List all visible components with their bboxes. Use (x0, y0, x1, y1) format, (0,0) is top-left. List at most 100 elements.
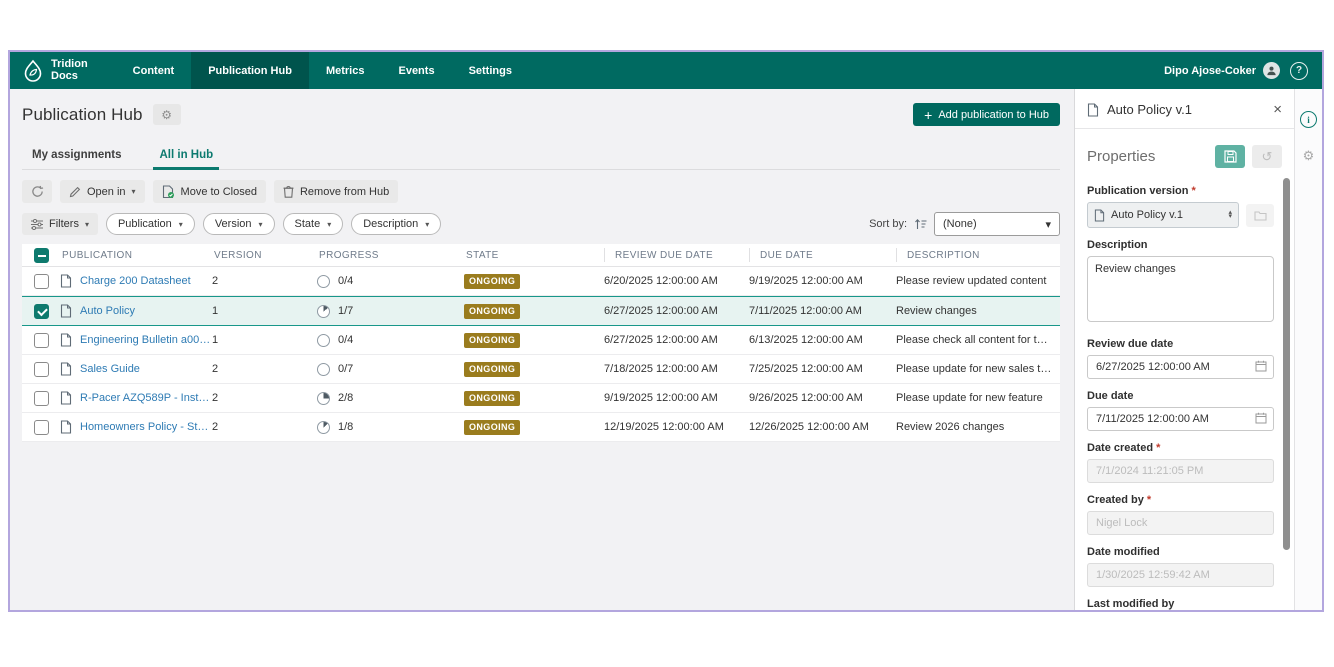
row-checkbox[interactable] (34, 333, 49, 348)
avatar-icon (1263, 62, 1280, 79)
version-cell: 2 (212, 392, 317, 404)
add-publication-button[interactable]: + Add publication to Hub (913, 103, 1060, 126)
nav-item-events[interactable]: Events (381, 52, 451, 89)
filter-pill-state[interactable]: State ▾ (283, 213, 344, 235)
row-checkbox[interactable] (34, 304, 49, 319)
version-cell: 2 (212, 275, 317, 287)
gear-icon: ⚙ (161, 109, 172, 121)
remove-from-hub-button[interactable]: Remove from Hub (274, 180, 398, 203)
review-due-cell: 6/20/2025 12:00:00 AM (604, 275, 749, 287)
publication-version-select[interactable]: Auto Policy v.1 ▴▾ (1087, 202, 1239, 228)
date-created-input (1087, 459, 1274, 483)
due-date-input[interactable] (1087, 407, 1274, 431)
nav-items: Content Publication Hub Metrics Events S… (116, 52, 529, 89)
chevron-down-icon: ▾ (259, 220, 263, 229)
due-cell: 7/25/2025 12:00:00 AM (749, 363, 896, 375)
review-due-date-label: Review due date (1087, 338, 1274, 350)
info-icon[interactable]: i (1300, 111, 1317, 128)
nav-item-settings[interactable]: Settings (452, 52, 529, 89)
description-label: Description (1087, 239, 1274, 251)
publication-icon (1087, 103, 1099, 117)
publication-link[interactable]: R-Pacer AZQ589P - Instruc... (80, 392, 212, 404)
description-textarea[interactable]: Review changes (1087, 256, 1274, 322)
table-row[interactable]: Homeowners Policy - Stand... 2 1/8 ONGOI… (22, 413, 1060, 442)
publication-link[interactable]: Homeowners Policy - Stand... (80, 421, 212, 433)
table-row[interactable]: R-Pacer AZQ589P - Instruc... 2 2/8 ONGOI… (22, 384, 1060, 413)
nav-item-metrics[interactable]: Metrics (309, 52, 382, 89)
table-row[interactable]: Charge 200 Datasheet 2 0/4 ONGOING 6/20/… (22, 267, 1060, 296)
filters-button[interactable]: Filters ▾ (22, 213, 98, 235)
due-cell: 9/26/2025 12:00:00 AM (749, 392, 896, 404)
save-button[interactable] (1215, 145, 1245, 168)
row-checkbox[interactable] (34, 362, 49, 377)
chevron-down-icon: ▾ (425, 220, 429, 229)
calendar-icon[interactable] (1255, 360, 1267, 372)
toolbar: Open in ▾ Move to Closed Remove from Hub (22, 180, 1060, 203)
review-due-cell: 7/18/2025 12:00:00 AM (604, 363, 749, 375)
filter-pill-version[interactable]: Version ▾ (203, 213, 275, 235)
refresh-button[interactable] (22, 180, 52, 203)
hub-settings-button[interactable]: ⚙ (153, 104, 181, 125)
properties-fields: Publication version Auto Policy v.1 ▴▾ (1075, 172, 1294, 610)
nav-item-content[interactable]: Content (116, 52, 192, 89)
move-to-closed-button[interactable]: Move to Closed (153, 180, 266, 203)
undo-button[interactable]: ↺ (1252, 145, 1282, 168)
tab-all-in-hub[interactable]: All in Hub (157, 145, 215, 169)
pencil-icon (69, 186, 81, 198)
due-date-label: Due date (1087, 390, 1274, 402)
state-badge: ONGOING (464, 274, 520, 289)
tab-my-assignments[interactable]: My assignments (30, 145, 123, 169)
nav-item-publication-hub[interactable]: Publication Hub (191, 52, 309, 89)
main-area: Publication Hub ⚙ + Add publication to H… (10, 89, 1322, 610)
publication-link[interactable]: Engineering Bulletin a0008... (80, 334, 212, 346)
row-checkbox[interactable] (34, 274, 49, 289)
chevron-down-icon: ▾ (179, 220, 183, 229)
description-cell: Please update for new sales tra... (896, 363, 1060, 375)
column-review-due-date: REVIEW DUE DATE (604, 248, 749, 262)
date-modified-input (1087, 563, 1274, 587)
user-menu[interactable]: Dipo Ajose-Coker (1164, 62, 1280, 79)
filter-pill-description[interactable]: Description ▾ (351, 213, 441, 235)
close-icon[interactable]: × (1273, 102, 1282, 117)
open-in-button[interactable]: Open in ▾ (60, 180, 145, 203)
review-due-date-input[interactable] (1087, 355, 1274, 379)
description-cell: Please review updated content (896, 275, 1060, 287)
created-by-label: Created by (1087, 494, 1274, 506)
gears-icon[interactable]: ⚙ (1303, 149, 1315, 162)
progress-pie-icon (317, 392, 330, 405)
browse-folder-button[interactable] (1246, 204, 1274, 227)
date-created-label: Date created (1087, 442, 1274, 454)
brand-logo[interactable]: Tridion Docs (10, 52, 102, 89)
filter-pill-publication[interactable]: Publication ▾ (106, 213, 195, 235)
row-checkbox[interactable] (34, 391, 49, 406)
table-row-selected[interactable]: Auto Policy 1 1/7 ONGOING 6/27/2025 12:0… (22, 296, 1060, 326)
calendar-icon[interactable] (1255, 412, 1267, 424)
publication-icon (1094, 209, 1105, 222)
select-all-checkbox[interactable] (34, 248, 49, 263)
document-check-icon (162, 185, 175, 199)
floppy-disk-icon (1224, 150, 1237, 163)
date-modified-label: Date modified (1087, 546, 1274, 558)
table-row[interactable]: Sales Guide 2 0/7 ONGOING 7/18/2025 12:0… (22, 355, 1060, 384)
row-checkbox[interactable] (34, 420, 49, 435)
sliders-icon (31, 219, 43, 230)
chevron-down-icon: ▾ (132, 187, 136, 196)
help-icon[interactable]: ? (1290, 62, 1308, 80)
sort-ascending-icon[interactable] (914, 218, 927, 230)
publication-link[interactable]: Sales Guide (80, 363, 140, 375)
due-cell: 7/11/2025 12:00:00 AM (749, 305, 896, 317)
page-title: Publication Hub (22, 105, 143, 125)
folder-icon (1254, 210, 1267, 221)
publication-link[interactable]: Charge 200 Datasheet (80, 275, 191, 287)
publication-link[interactable]: Auto Policy (80, 305, 135, 317)
due-cell: 12/26/2025 12:00:00 AM (749, 421, 896, 433)
state-badge: ONGOING (464, 333, 520, 348)
spinner-icon: ▴▾ (1228, 211, 1232, 219)
progress-cell: 1/7 (338, 305, 353, 317)
panel-scrollbar[interactable] (1283, 178, 1290, 550)
sort-select[interactable]: (None) ▾ (934, 212, 1060, 236)
table-row[interactable]: Engineering Bulletin a0008... 1 0/4 ONGO… (22, 326, 1060, 355)
publication-icon (60, 420, 72, 434)
description-cell: Review 2026 changes (896, 421, 1060, 433)
column-progress: PROGRESS (317, 250, 464, 261)
